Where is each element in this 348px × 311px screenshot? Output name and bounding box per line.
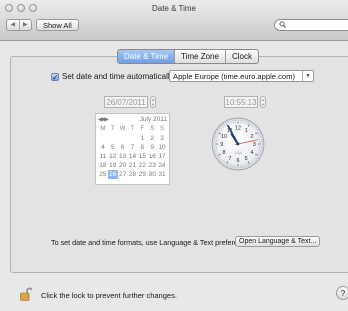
calendar-day[interactable]: 4: [98, 143, 108, 152]
show-all-button[interactable]: Show All: [36, 19, 79, 31]
chevron-down-icon[interactable]: ▼: [302, 71, 313, 81]
clock-numeral: 7: [228, 156, 231, 162]
clock-numeral: 2: [251, 134, 254, 140]
calendar-day[interactable]: 3: [157, 134, 167, 143]
calendar-day[interactable]: 26: [107, 170, 118, 179]
calendar-weekday: S: [150, 126, 155, 132]
tab-time-zone[interactable]: Time Zone: [175, 50, 226, 63]
time-server-value: Apple Europe (time.euro.apple.com): [173, 72, 295, 81]
tab-clock[interactable]: Clock: [226, 50, 258, 63]
calendar-day[interactable]: 13: [118, 152, 128, 161]
calendar-day: [128, 134, 138, 143]
clock-numeral: 3: [253, 142, 256, 148]
calendar-day[interactable]: 17: [157, 152, 167, 161]
tab-date-and-time[interactable]: Date & Time: [118, 50, 176, 63]
calendar: ◀●▶ July 2011 M T W T F S S 1 2 3 4 5 6 7 8 9 10 11 12 13 14…: [95, 113, 170, 185]
window-title: Date & Time: [151, 4, 196, 13]
clock-numeral: 1: [245, 128, 248, 134]
calendar-day[interactable]: 25: [98, 170, 108, 179]
date-field[interactable]: 26/07/2011: [104, 96, 148, 108]
calendar-day[interactable]: 2: [147, 134, 157, 143]
calendar-weekday: T: [110, 126, 115, 132]
calendar-weekday: T: [130, 126, 135, 132]
title-bar: Date & Time ◀ ▶ Show All: [0, 0, 348, 41]
calendar-day[interactable]: 10: [157, 143, 167, 152]
calendar-day[interactable]: 30: [147, 170, 157, 179]
clock-numeral: 12: [235, 126, 241, 132]
calendar-day[interactable]: 22: [137, 161, 147, 170]
search-field[interactable]: [274, 19, 348, 31]
calendar-day[interactable]: 7: [128, 143, 138, 152]
calendar-day[interactable]: 12: [108, 152, 118, 161]
calendar-day[interactable]: 9: [147, 143, 157, 152]
formats-note: To set date and time formats, use Langua…: [51, 238, 256, 247]
clock-ampm-label: AM: [234, 150, 241, 156]
auto-date-label: Set date and time automatically:: [62, 72, 176, 81]
calendar-day[interactable]: 21: [128, 161, 138, 170]
back-arrow-icon[interactable]: ◀: [7, 20, 20, 30]
forward-arrow-icon[interactable]: ▶: [20, 20, 32, 30]
date-stepper[interactable]: ▲ ▼: [150, 96, 156, 108]
calendar-day[interactable]: 8: [137, 143, 147, 152]
calendar-day[interactable]: 15: [137, 152, 147, 161]
calendar-day[interactable]: 19: [108, 161, 118, 170]
clock-center-pin: [236, 142, 240, 146]
search-icon: [279, 21, 286, 30]
calendar-weekday: S: [160, 126, 165, 132]
auto-date-checkbox[interactable]: ✓: [51, 72, 59, 81]
clock-numeral: 10: [221, 134, 227, 140]
time-server-combobox[interactable]: Apple Europe (time.euro.apple.com) ▼: [169, 70, 314, 82]
calendar-day[interactable]: 1: [137, 134, 147, 143]
clock-numeral: 9: [220, 142, 223, 148]
back-forward-control: ◀ ▶: [6, 19, 32, 31]
calendar-day[interactable]: 29: [137, 170, 147, 179]
time-field[interactable]: 10:55:13: [224, 96, 258, 108]
calendar-day[interactable]: 31: [157, 170, 167, 179]
lock-icon[interactable]: [20, 287, 32, 301]
calendar-day: [108, 134, 118, 143]
calendar-day[interactable]: 20: [118, 161, 128, 170]
open-language-text-button[interactable]: Open Language & Text...: [235, 236, 321, 247]
clock-numeral: 6: [237, 158, 240, 164]
calendar-weekday: M: [100, 126, 106, 132]
calendar-day[interactable]: 11: [98, 152, 108, 161]
calendar-day[interactable]: 5: [108, 143, 118, 152]
help-button[interactable]: ?: [336, 286, 348, 300]
calendar-nav-icon[interactable]: ◀●▶: [98, 116, 109, 123]
clock-numeral: 8: [222, 150, 225, 156]
clock-numeral: 5: [245, 156, 248, 162]
calendar-header: ◀●▶ July 2011: [98, 116, 167, 125]
calendar-day[interactable]: 6: [118, 143, 128, 152]
preferences-window: Date & Time ◀ ▶ Show All Date & Time Tim…: [0, 0, 348, 311]
calendar-day[interactable]: 24: [157, 161, 167, 170]
calendar-weekday: W: [119, 126, 126, 132]
calendar-weekday: F: [140, 126, 145, 132]
calendar-grid: M T W T F S S 1 2 3 4 5 6 7 8 9 10 11 12 13 14 15 16 17 18 19 20 21…: [98, 125, 167, 179]
calendar-day[interactable]: 16: [147, 152, 157, 161]
tab-bar: Date & Time Time Zone Clock: [117, 49, 259, 64]
calendar-day[interactable]: 18: [98, 161, 108, 170]
calendar-day[interactable]: 14: [128, 152, 138, 161]
calendar-day[interactable]: 23: [147, 161, 157, 170]
calendar-day: [118, 134, 128, 143]
calendar-month-label: July 2011: [139, 116, 167, 123]
calendar-day: [98, 134, 108, 143]
lock-message: Click the lock to prevent further change…: [41, 291, 177, 300]
clock-numeral: 4: [251, 150, 254, 156]
auto-date-row: ✓ Set date and time automatically:: [51, 72, 176, 81]
time-stepper[interactable]: ▲ ▼: [260, 96, 266, 108]
calendar-day[interactable]: 27: [118, 170, 128, 179]
analog-clock: 121234567891011 AM: [211, 117, 265, 171]
calendar-day[interactable]: 28: [128, 170, 138, 179]
